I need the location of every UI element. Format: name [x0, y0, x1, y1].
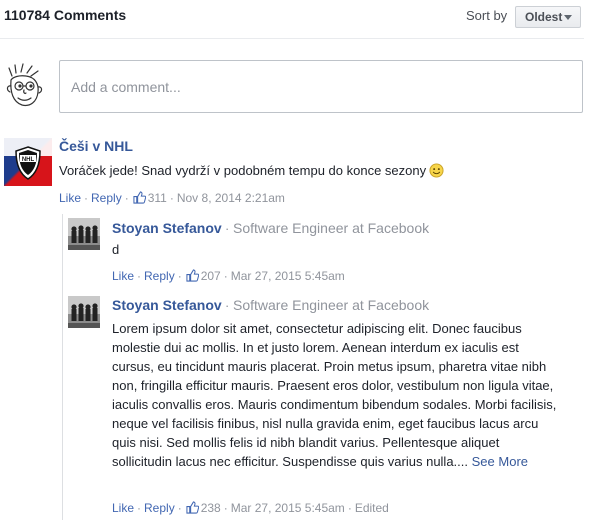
reply-actions: Like · Reply · 238 · Mar 27, 2015 5:45am · Edite… [112, 501, 389, 515]
comment-actions: Like · Reply · 311 · Nov 8, 2014 2:21am [59, 191, 285, 205]
group-photo-icon [68, 218, 100, 250]
like-link[interactable]: Like [112, 269, 134, 283]
comment-author[interactable]: Češi v NHL [59, 138, 133, 154]
comment-input[interactable] [71, 79, 571, 95]
like-link[interactable]: Like [112, 501, 134, 515]
comment-compose-box[interactable] [59, 60, 583, 113]
reply-body: Lorem ipsum dolor sit amet, consectetur … [112, 319, 558, 471]
reply-timestamp[interactable]: Mar 27, 2015 5:45am [231, 269, 345, 283]
thumbs-up-icon [186, 269, 199, 282]
see-more-link[interactable]: See More [472, 454, 528, 469]
author-avatar[interactable]: NHL [4, 138, 52, 186]
comments-header: 110784 Comments Sort by Oldest [0, 0, 584, 39]
like-count: 207 [200, 269, 221, 283]
reply-author-avatar[interactable] [68, 296, 100, 328]
chevron-down-icon [564, 15, 572, 20]
like-count: 238 [200, 501, 221, 515]
smiley-icon [429, 163, 444, 178]
sort-label: Sort by [466, 8, 508, 23]
nhl-logo-icon: NHL [15, 146, 41, 180]
thumbs-up-icon [186, 501, 199, 514]
reply-text: Lorem ipsum dolor sit amet, consectetur … [112, 321, 557, 469]
reply-author-avatar[interactable] [68, 218, 100, 250]
sort-dropdown-value: Oldest [525, 10, 563, 24]
thumbs-up-icon [133, 191, 146, 204]
comment-count: 110784 Comments [4, 7, 127, 23]
group-photo-icon [68, 296, 100, 328]
comment-text: Voráček jede! Snad vydrží v podobném tem… [59, 163, 427, 178]
comment-timestamp[interactable]: Nov 8, 2014 2:21am [177, 191, 285, 205]
reply-link[interactable]: Reply [91, 191, 122, 205]
reply-link[interactable]: Reply [144, 269, 175, 283]
svg-text:NHL: NHL [22, 157, 35, 163]
like-count: 311 [147, 191, 167, 205]
default-user-avatar [4, 62, 46, 110]
reply-body: d [112, 242, 120, 257]
edited-label: Edited [354, 501, 389, 515]
reply-author-title: Software Engineer at Facebook [233, 220, 430, 236]
like-link[interactable]: Like [59, 191, 81, 205]
sort-dropdown[interactable]: Oldest [515, 6, 581, 28]
comment-body: Voráček jede! Snad vydrží v podobném tem… [59, 161, 444, 180]
reply-link[interactable]: Reply [144, 501, 175, 515]
reply-author-title: Software Engineer at Facebook [233, 297, 430, 313]
reply-author[interactable]: Stoyan Stefanov [112, 220, 222, 236]
sketch-face-icon [6, 63, 43, 107]
title-separator: · [225, 221, 230, 236]
reply-timestamp[interactable]: Mar 27, 2015 5:45am [231, 501, 345, 515]
reply-thread-divider [62, 214, 63, 520]
reply-actions: Like · Reply · 207 · Mar 27, 2015 5:45am [112, 269, 345, 283]
reply-author[interactable]: Stoyan Stefanov [112, 297, 222, 313]
title-separator: · [225, 298, 230, 313]
